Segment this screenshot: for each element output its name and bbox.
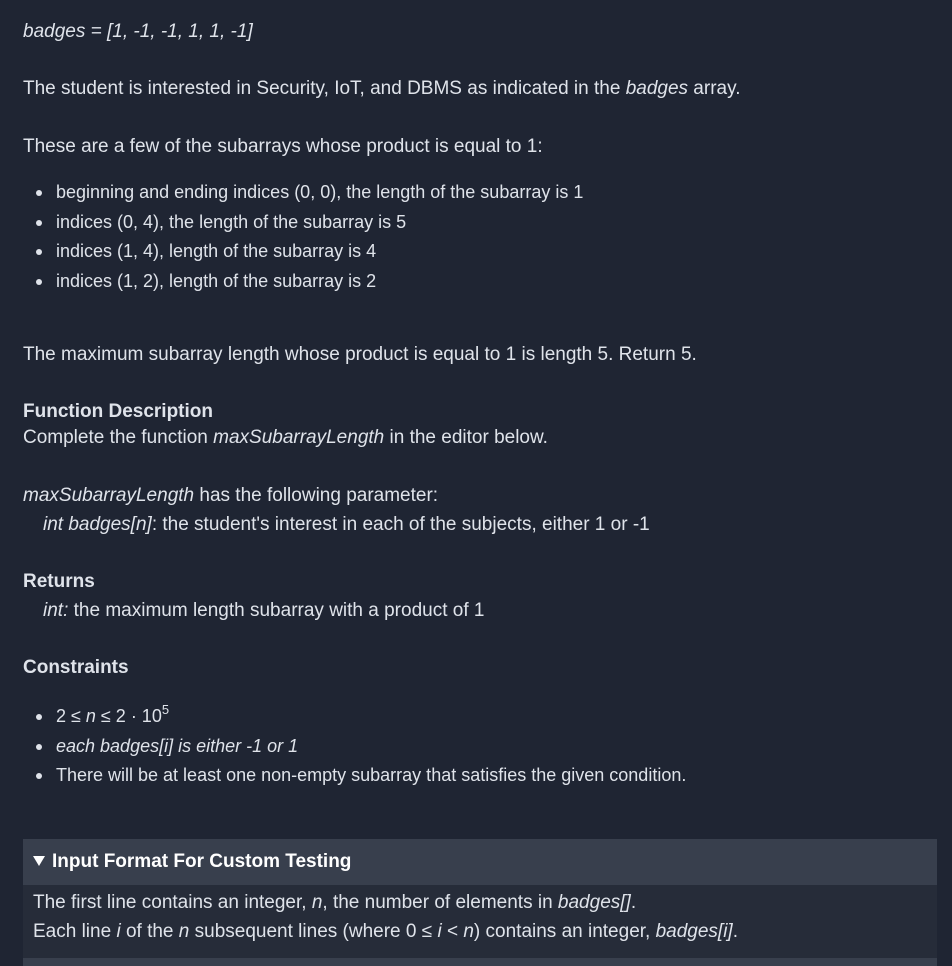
bullet-icon <box>36 190 42 196</box>
constraint-text: 2 ≤ <box>56 706 86 726</box>
bullet-icon <box>36 743 42 750</box>
subarray-examples-list: beginning and ending indices (0, 0), the… <box>23 178 583 296</box>
bullet-icon <box>36 219 42 226</box>
interest-explanation: The student is interested in Security, I… <box>23 74 740 103</box>
input-format-line-2: Each line i of the n subsequent lines (w… <box>33 917 937 946</box>
input-variable: badges[i] <box>655 921 733 942</box>
interest-text: The student is interested in Security, I… <box>23 78 626 99</box>
input-format-title: Input Format For Custom Testing <box>52 851 352 872</box>
constraint-n-range: 2 ≤ n ≤ 2 · 105 <box>56 703 169 726</box>
parameters-intro: maxSubarrayLength has the following para… <box>23 481 438 510</box>
list-item-text: indices (1, 4), length of the subarray i… <box>56 241 377 261</box>
input-text: , the number of elements in <box>322 892 558 913</box>
problem-statement-page: badges = [1, -1, -1, 1, 1, -1] The stude… <box>0 0 952 966</box>
list-item-text: indices (0, 4), the length of the subarr… <box>56 211 407 232</box>
bullet-icon <box>36 249 42 255</box>
function-name: maxSubarrayLength <box>213 427 385 448</box>
input-variable: n <box>178 921 190 942</box>
input-variable: n <box>311 892 323 913</box>
constraint-nonempty: There will be at least one non-empty sub… <box>56 765 687 785</box>
input-text: . <box>732 921 738 942</box>
bullet-icon <box>36 278 42 285</box>
badges-variable: badges <box>625 78 689 99</box>
list-item: each badges[i] is either -1 or 1 <box>23 732 686 762</box>
function-description-heading: Function Description <box>23 401 213 422</box>
function-description-text: Complete the function maxSubarrayLength … <box>23 423 548 452</box>
input-format-toggle[interactable]: Input Format For Custom Testing <box>23 839 937 885</box>
max-length-statement: The maximum subarray length whose produc… <box>23 344 697 365</box>
bullet-icon <box>36 714 42 720</box>
bullet-icon <box>36 773 42 779</box>
complete-suffix: in the editor below. <box>384 427 548 448</box>
interest-suffix: array. <box>688 78 741 99</box>
return-type: int: <box>43 600 69 621</box>
returns-heading: Returns <box>23 571 95 592</box>
input-text: of the <box>120 921 179 942</box>
list-item: indices (0, 4), the length of the subarr… <box>23 208 583 238</box>
constraint-badge-values: each badges[i] is either -1 or 1 <box>56 735 299 756</box>
complete-text: Complete the function <box>23 427 214 448</box>
returns-description: int: the maximum length subarray with a … <box>43 596 484 625</box>
constraint-variable: n <box>85 706 96 726</box>
return-text: the maximum length subarray with a produ… <box>68 600 485 621</box>
input-text: Each line <box>33 921 117 942</box>
input-text: subsequent lines (where 0 ≤ <box>189 921 438 942</box>
input-format-body: The first line contains an integer, n, t… <box>23 885 937 958</box>
list-item: 2 ≤ n ≤ 2 · 105 <box>23 702 686 732</box>
input-text: < <box>441 921 464 942</box>
parameters-intro-text: has the following parameter: <box>194 485 439 506</box>
constraint-exponent: 5 <box>161 702 170 717</box>
triangle-down-icon <box>33 856 45 866</box>
input-text: The first line contains an integer, <box>33 892 312 913</box>
list-item: There will be at least one non-empty sub… <box>23 761 686 791</box>
list-item-text: indices (1, 2), length of the subarray i… <box>56 270 377 291</box>
next-section-header[interactable] <box>23 958 937 966</box>
function-name: maxSubarrayLength <box>23 485 195 506</box>
input-variable: n <box>463 921 474 942</box>
parameter-description: : the student's interest in each of the … <box>151 514 650 535</box>
example-input: badges = [1, -1, -1, 1, 1, -1] <box>23 21 253 42</box>
constraint-text: ≤ 2 · 10 <box>95 706 162 726</box>
input-variable: badges[] <box>557 892 631 913</box>
input-format-line-1: The first line contains an integer, n, t… <box>33 888 937 917</box>
list-item: indices (1, 2), length of the subarray i… <box>23 267 583 297</box>
list-item: beginning and ending indices (0, 0), the… <box>23 178 583 208</box>
constraints-heading: Constraints <box>23 657 129 678</box>
parameter-name: int badges[n] <box>43 514 152 535</box>
list-item: indices (1, 4), length of the subarray i… <box>23 237 583 267</box>
input-text: . <box>630 892 637 913</box>
parameter-badges: int badges[n]: the student's interest in… <box>43 510 650 539</box>
input-text: ) contains an integer, <box>473 921 656 942</box>
constraints-list: 2 ≤ n ≤ 2 · 105 each badges[i] is either… <box>23 702 686 791</box>
list-item-text: beginning and ending indices (0, 0), the… <box>56 182 584 202</box>
subarrays-intro: These are a few of the subarrays whose p… <box>23 136 543 157</box>
